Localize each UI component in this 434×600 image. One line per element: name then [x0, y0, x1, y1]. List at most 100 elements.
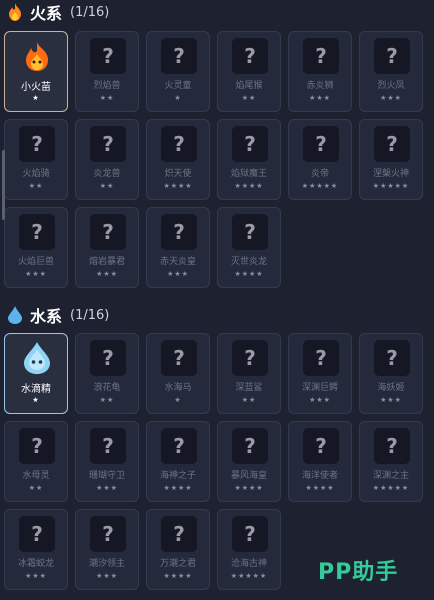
monster-name: 万潮之君	[159, 559, 196, 569]
fire-monster-card[interactable]: ? 火焰巨兽 ★★★	[4, 207, 68, 288]
monster-name: 水母灵	[22, 471, 50, 481]
question-mark-icon: ?	[244, 44, 256, 68]
water-monster-card[interactable]: ? 万潮之君 ★★★★	[146, 509, 210, 590]
fire-monster-card[interactable]: ? 赤炎狮 ★★★	[288, 31, 352, 112]
star-rating: ★★★★★	[301, 182, 339, 190]
star-rating: ★★	[99, 182, 115, 190]
fire-monster-card[interactable]: ? 炎龙兽 ★★	[75, 119, 139, 200]
scrollbar-thumb[interactable]	[2, 150, 5, 220]
water-monster-card[interactable]: ? 浪花龟 ★★	[75, 333, 139, 414]
question-mark-icon: ?	[102, 522, 114, 546]
monster-name: 珊瑚守卫	[88, 471, 125, 481]
star-rating: ★★	[241, 94, 257, 102]
water-monster-card[interactable]: ? 海洋使者 ★★★★	[288, 421, 352, 502]
monster-name: 火焰骑	[22, 169, 50, 179]
question-mark-icon: ?	[31, 220, 43, 244]
star-rating: ★★★★	[163, 572, 193, 580]
star-rating: ★★★★★	[372, 484, 410, 492]
water-section-count: (1/16)	[70, 307, 110, 323]
unknown-monster-silhouette-icon: ?	[161, 516, 197, 552]
star-rating: ★★★	[25, 270, 47, 278]
fire-monster-card[interactable]: ? 火灵童 ★	[146, 31, 210, 112]
unknown-monster-silhouette-icon: ?	[161, 126, 197, 162]
pp-assistant-watermark: PP助手	[318, 560, 399, 585]
question-mark-icon: ?	[315, 346, 327, 370]
fire-monster-card[interactable]: ? 炎帝 ★★★★★	[288, 119, 352, 200]
water-monster-card[interactable]: ? 深渊之主 ★★★★★	[359, 421, 423, 502]
star-rating: ★★★★	[234, 182, 264, 190]
question-mark-icon: ?	[31, 434, 43, 458]
fire-section-header: 火系 (1/16)	[0, 0, 109, 24]
water-monster-card[interactable]: ? 海妖姬 ★★★	[359, 333, 423, 414]
monster-name: 焰狱魔王	[230, 169, 267, 179]
water-monster-card[interactable]: ? 潮汐领主 ★★★	[75, 509, 139, 590]
monster-name: 小火苗	[21, 82, 51, 93]
question-mark-icon: ?	[102, 44, 114, 68]
fire-monster-card[interactable]: 小火苗 ★	[4, 31, 68, 112]
water-monster-card[interactable]: ? 海神之子 ★★★★	[146, 421, 210, 502]
fire-monster-card[interactable]: ? 烈焰兽 ★★	[75, 31, 139, 112]
water-monster-card[interactable]: ? 冰霜蛟龙 ★★★	[4, 509, 68, 590]
question-mark-icon: ?	[173, 44, 185, 68]
star-rating: ★★★	[309, 94, 331, 102]
star-rating: ★★	[99, 94, 115, 102]
question-mark-icon: ?	[102, 434, 114, 458]
water-monster-card[interactable]: ? 暴风海皇 ★★★★	[217, 421, 281, 502]
monster-name: 水海马	[164, 383, 192, 393]
question-mark-icon: ?	[244, 220, 256, 244]
water-monster-card[interactable]: ? 水母灵 ★★	[4, 421, 68, 502]
fire-monster-card[interactable]: ? 烈火凤 ★★★	[359, 31, 423, 112]
fire-monster-card[interactable]: ? 熔岩暴君 ★★★	[75, 207, 139, 288]
unknown-monster-silhouette-icon: ?	[303, 38, 339, 74]
fire-monster-card[interactable]: ? 焰尾猴 ★★	[217, 31, 281, 112]
fire-monster-card[interactable]: ? 炽天使 ★★★★	[146, 119, 210, 200]
question-mark-icon: ?	[244, 434, 256, 458]
unknown-monster-silhouette-icon: ?	[19, 126, 55, 162]
fire-monster-card[interactable]: ? 火焰骑 ★★	[4, 119, 68, 200]
star-rating: ★★	[28, 484, 44, 492]
water-monster-card[interactable]: ? 深渊巨鳄 ★★★	[288, 333, 352, 414]
unknown-monster-silhouette-icon: ?	[232, 38, 268, 74]
star-rating: ★★★★	[163, 484, 193, 492]
unknown-monster-silhouette-icon: ?	[374, 126, 410, 162]
monster-name: 焰尾猴	[235, 81, 263, 91]
unknown-monster-silhouette-icon: ?	[19, 516, 55, 552]
question-mark-icon: ?	[173, 132, 185, 156]
monster-name: 浪花龟	[93, 383, 121, 393]
unknown-monster-silhouette-icon: ?	[90, 428, 126, 464]
star-rating: ★	[32, 396, 40, 404]
fire-monster-card[interactable]: ? 涅槃火神 ★★★★★	[359, 119, 423, 200]
water-monster-card[interactable]: 水滴精 ★	[4, 333, 68, 414]
unknown-monster-silhouette-icon: ?	[161, 428, 197, 464]
unknown-monster-silhouette-icon: ?	[303, 428, 339, 464]
question-mark-icon: ?	[315, 44, 327, 68]
unknown-monster-silhouette-icon: ?	[232, 516, 268, 552]
star-rating: ★	[174, 396, 182, 404]
monster-name: 火焰巨兽	[17, 257, 54, 267]
fire-monster-card[interactable]: ? 焰狱魔王 ★★★★	[217, 119, 281, 200]
monster-name: 炽天使	[164, 169, 192, 179]
water-monster-card[interactable]: ? 珊瑚守卫 ★★★	[75, 421, 139, 502]
question-mark-icon: ?	[102, 132, 114, 156]
water-monster-card[interactable]: ? 水海马 ★	[146, 333, 210, 414]
unknown-monster-silhouette-icon: ?	[90, 38, 126, 74]
monster-name: 潮汐领主	[88, 559, 125, 569]
water-section-title: 水系	[30, 307, 63, 326]
fire-section-count: (1/16)	[70, 4, 110, 20]
star-rating: ★★★	[96, 484, 118, 492]
fire-monster-card[interactable]: ? 赤天炎皇 ★★★	[146, 207, 210, 288]
question-mark-icon: ?	[173, 220, 185, 244]
star-rating: ★★★	[96, 572, 118, 580]
unknown-monster-silhouette-icon: ?	[90, 214, 126, 250]
monster-name: 烈焰兽	[93, 81, 121, 91]
water-monster-card[interactable]: ? 沧海古神 ★★★★★	[217, 509, 281, 590]
unknown-monster-silhouette-icon: ?	[161, 214, 197, 250]
question-mark-icon: ?	[315, 434, 327, 458]
star-rating: ★★★	[25, 572, 47, 580]
question-mark-icon: ?	[31, 132, 43, 156]
star-rating: ★★★★★	[230, 572, 268, 580]
unknown-monster-silhouette-icon: ?	[374, 38, 410, 74]
fire-monster-card[interactable]: ? 灭世炎龙 ★★★★	[217, 207, 281, 288]
star-rating: ★★★	[380, 94, 402, 102]
water-monster-card[interactable]: ? 深蓝鲨 ★★	[217, 333, 281, 414]
